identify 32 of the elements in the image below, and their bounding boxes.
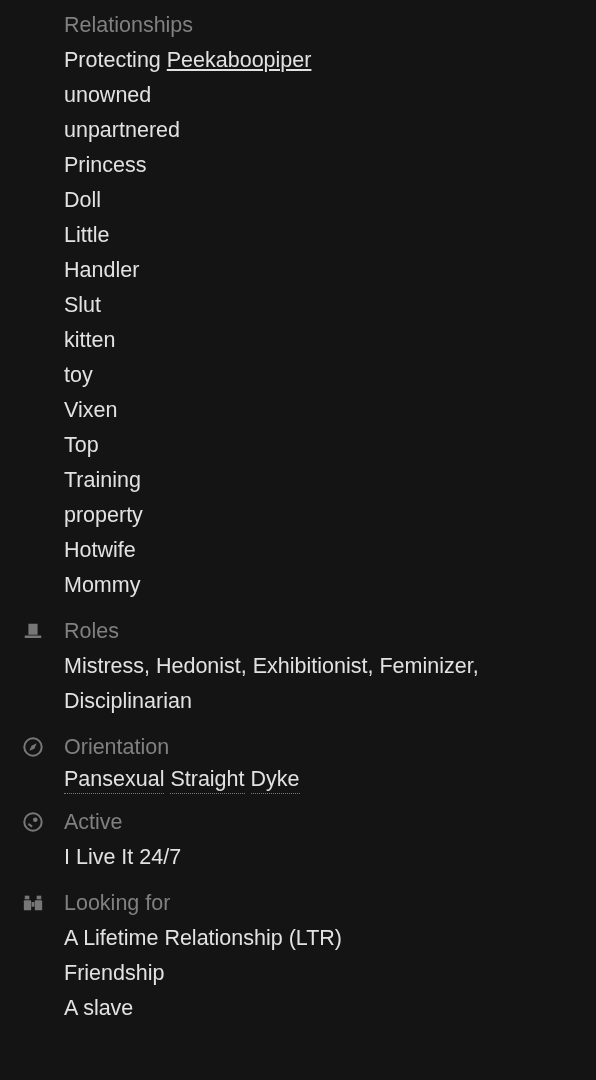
compass-icon	[22, 736, 44, 758]
list-item: Slut	[63, 292, 103, 319]
section-heading: Roles	[64, 619, 119, 643]
list-item: property	[63, 502, 144, 529]
list-item: unpartnered	[63, 117, 181, 144]
list-item: Hotwife	[63, 537, 137, 564]
list-item: A slave	[63, 995, 135, 1022]
term-link[interactable]: Pansexual	[64, 765, 165, 794]
term-link[interactable]: Dyke	[250, 765, 300, 794]
section-heading: Active	[64, 810, 123, 834]
section-heading: Looking for	[64, 891, 171, 915]
gauge-icon	[22, 811, 44, 833]
list-item: Handler	[63, 257, 141, 284]
section-heading: Orientation	[64, 735, 170, 759]
list-item: Little	[63, 222, 111, 249]
list-item: Top	[63, 432, 100, 459]
list-item: Mommy	[63, 572, 142, 599]
term-link[interactable]: Straight	[170, 765, 245, 794]
profile-link[interactable]: Peekaboopiper	[166, 48, 312, 72]
section-heading: Relationships	[64, 13, 194, 37]
section-text: I Live It 24/7	[63, 844, 183, 871]
list-item: Protecting Peekaboopiper	[63, 47, 313, 74]
list-item: kitten	[63, 327, 117, 354]
list-item: A Lifetime Relationship (LTR)	[63, 925, 344, 952]
list-item: Princess	[63, 152, 148, 179]
list-item: unowned	[63, 82, 153, 109]
list-item: Friendship	[63, 960, 166, 987]
list-item: toy	[63, 362, 94, 389]
section-text: Mistress, Hedonist, Exhibitionist, Feminizer, Disciplinarian	[63, 653, 480, 715]
list-item: Doll	[63, 187, 103, 214]
list-item: Vixen	[63, 397, 119, 424]
list-item: Training	[63, 467, 142, 494]
